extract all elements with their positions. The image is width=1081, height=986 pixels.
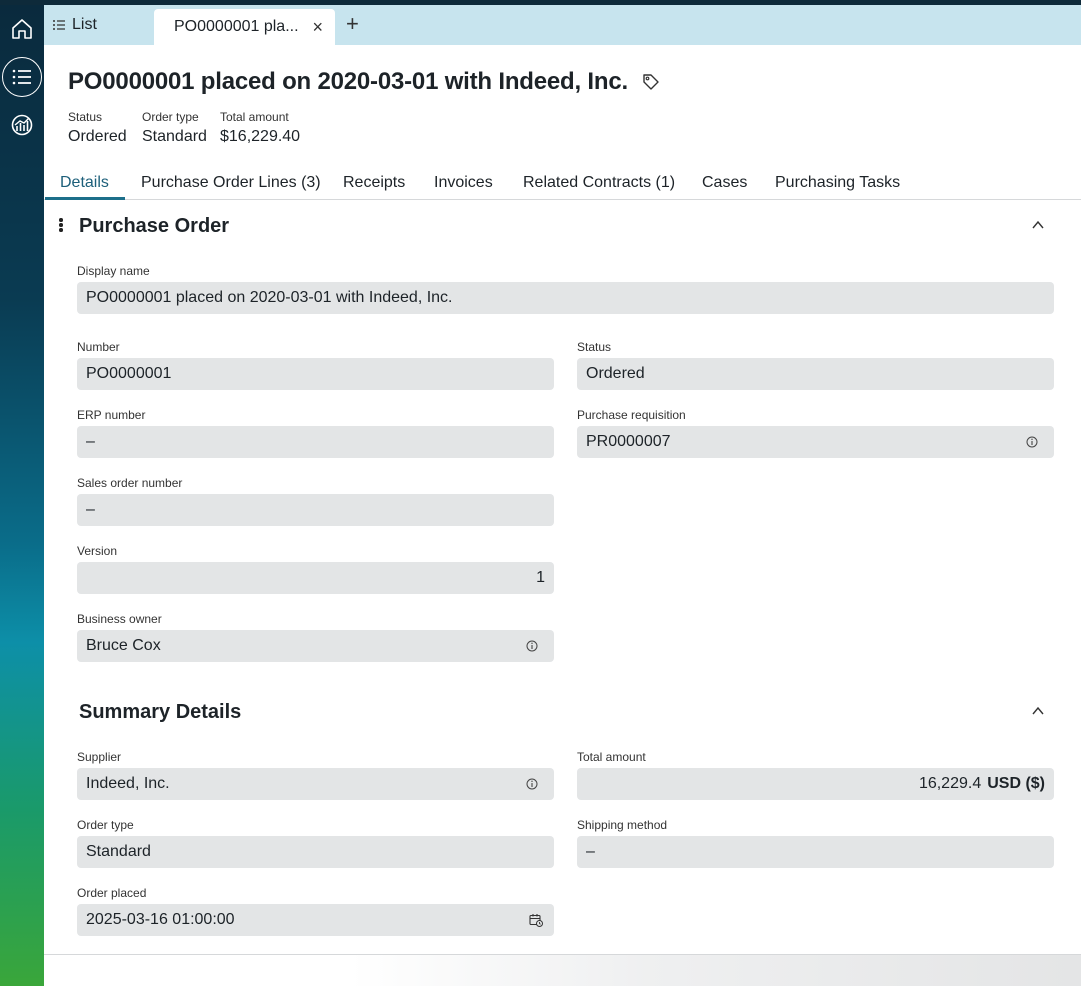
order-placed-value[interactable]: 2025-03-16 01:00:00 — [86, 911, 235, 929]
version-field[interactable]: 1 — [77, 562, 554, 594]
tab-purchase-order-lines[interactable]: Purchase Order Lines (3) — [141, 174, 321, 192]
order-type-field[interactable]: Standard — [77, 836, 554, 868]
tab-invoices[interactable]: Invoices — [434, 174, 493, 192]
purchase-requisition-label: Purchase requisition — [577, 408, 686, 422]
section-tabs: Details Purchase Order Lines (3) Receipt… — [44, 166, 1081, 200]
tab-purchase-order[interactable]: PO0000001 pla... × — [154, 9, 335, 45]
tab-cases[interactable]: Cases — [702, 174, 747, 192]
display-name-label: Display name — [77, 264, 150, 278]
rail-home-button[interactable] — [2, 9, 42, 49]
header-order-type: Order type Standard — [142, 110, 207, 146]
order-placed-field[interactable]: 2025-03-16 01:00:00 — [77, 904, 554, 936]
erp-number-label: ERP number — [77, 408, 146, 422]
active-tab-indicator — [45, 197, 125, 200]
tab-list[interactable]: List — [52, 5, 97, 45]
header-order-type-label: Order type — [142, 110, 199, 124]
tab-list-label: List — [72, 16, 97, 33]
footer-shadow — [350, 955, 1081, 986]
tab-details[interactable]: Details — [60, 174, 109, 192]
purchase-order-section-title: Purchase Order — [79, 215, 230, 237]
chevron-up-icon[interactable] — [1031, 218, 1045, 232]
supplier-value[interactable]: Indeed, Inc. — [86, 775, 170, 793]
section-menu-icon[interactable] — [58, 218, 64, 234]
add-tab-icon[interactable]: + — [346, 13, 359, 35]
tab-receipts[interactable]: Receipts — [343, 174, 405, 192]
supplier-field[interactable]: Indeed, Inc. — [77, 768, 554, 800]
status-label: Status — [577, 340, 612, 354]
number-field[interactable]: PO0000001 — [77, 358, 554, 390]
list-icon — [12, 69, 31, 85]
rail-analytics-button[interactable] — [2, 105, 42, 145]
tab-purchasing-tasks[interactable]: Purchasing Tasks — [775, 174, 900, 192]
total-amount-field[interactable]: 16,229.4 USD ($) — [577, 768, 1054, 800]
shipping-method-label: Shipping method — [577, 818, 668, 832]
business-owner-value[interactable]: Bruce Cox — [86, 637, 161, 655]
order-type-label: Order type — [77, 818, 134, 832]
display-name-field[interactable]: PO0000001 placed on 2020-03-01 with Inde… — [77, 282, 1054, 314]
sales-order-field[interactable]: – — [77, 494, 554, 526]
tab-purchase-order-label: PO0000001 pla... — [174, 18, 299, 35]
tab-bar: List PO0000001 pla... × + — [44, 5, 1081, 45]
info-icon[interactable] — [526, 640, 538, 652]
list-small-icon — [53, 20, 65, 30]
header-status: Status Ordered — [68, 110, 127, 146]
purchase-requisition-value[interactable]: PR0000007 — [586, 433, 671, 451]
header-order-type-value: Standard — [142, 128, 207, 145]
analytics-icon — [11, 114, 33, 136]
number-label: Number — [77, 340, 120, 354]
business-owner-label: Business owner — [77, 612, 162, 626]
calendar-icon[interactable] — [529, 913, 543, 927]
purchase-requisition-field[interactable]: PR0000007 — [577, 426, 1054, 458]
header-total-value: $16,229.40 — [220, 128, 301, 145]
order-placed-label: Order placed — [77, 886, 147, 900]
info-icon[interactable] — [1026, 436, 1038, 448]
header-total-label: Total amount — [220, 110, 289, 124]
erp-number-field[interactable]: – — [77, 426, 554, 458]
page-title-text: PO0000001 placed on 2020-03-01 with Inde… — [68, 68, 628, 95]
summary-section-title: Summary Details — [79, 701, 242, 723]
header-status-label: Status — [68, 110, 103, 124]
app-rail — [0, 5, 44, 986]
info-icon[interactable] — [526, 778, 538, 790]
header-total: Total amount $16,229.40 — [220, 110, 300, 146]
close-icon[interactable]: × — [312, 17, 323, 38]
business-owner-field[interactable]: Bruce Cox — [77, 630, 554, 662]
home-icon — [12, 19, 32, 39]
sales-order-label: Sales order number — [77, 476, 183, 490]
tab-related-contracts[interactable]: Related Contracts (1) — [523, 174, 675, 192]
shipping-method-field[interactable]: – — [577, 836, 1054, 868]
tag-icon[interactable] — [642, 73, 660, 91]
currency-unit: USD ($) — [987, 775, 1045, 792]
total-amount-value: 16,229.4 — [918, 775, 982, 792]
chevron-up-icon[interactable] — [1031, 704, 1045, 718]
version-label: Version — [77, 544, 118, 558]
supplier-label: Supplier — [77, 750, 122, 764]
total-amount-label: Total amount — [577, 750, 646, 764]
rail-list-button[interactable] — [2, 57, 42, 97]
status-field[interactable]: Ordered — [577, 358, 1054, 390]
page-title: PO0000001 placed on 2020-03-01 with Inde… — [68, 68, 660, 96]
header-status-value: Ordered — [68, 128, 127, 145]
